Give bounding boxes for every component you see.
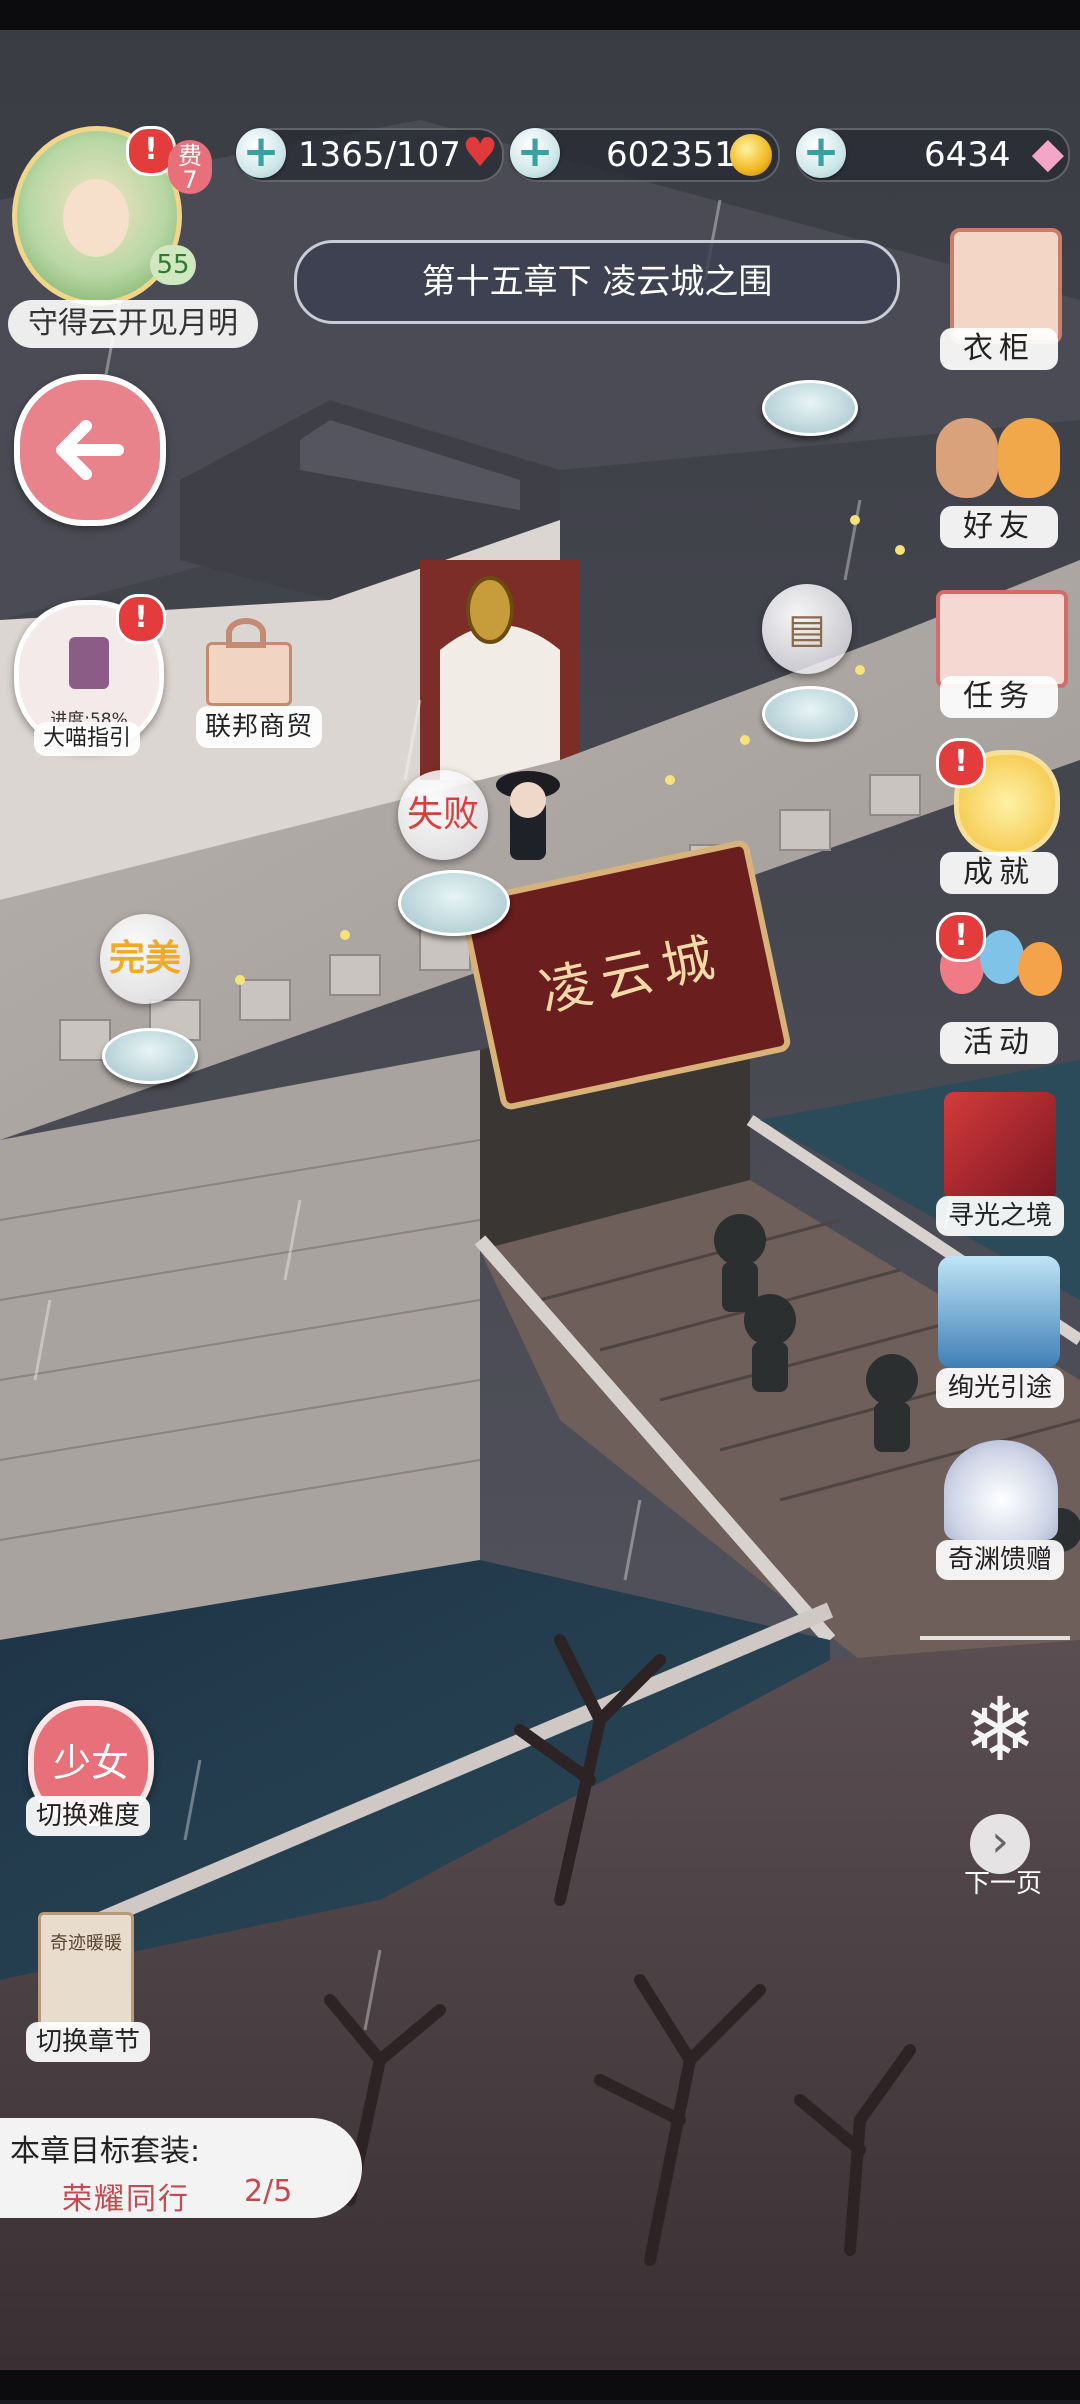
stage-node-cleared[interactable]	[102, 1028, 198, 1084]
seek-light-icon[interactable]	[944, 1092, 1056, 1200]
arrow-left-icon	[56, 420, 124, 480]
achievement-alert-icon: !	[936, 738, 986, 788]
diamond-value: 6434	[924, 135, 1011, 175]
perfect-text: 完美	[108, 938, 181, 979]
add-gold-button[interactable]: +	[510, 128, 560, 178]
add-diamond-button[interactable]: +	[796, 128, 846, 178]
chapter-title: 第十五章下 凌云城之围	[421, 262, 773, 302]
book-icon: ▤	[788, 606, 826, 652]
map-background	[0, 0, 1080, 2400]
radiant-path-label[interactable]: 绚光引途	[936, 1368, 1064, 1408]
player-level-prefix: 费	[178, 142, 202, 170]
gift-box-icon[interactable]	[196, 612, 296, 706]
guide-alert-icon: !	[116, 594, 166, 644]
friends-icon[interactable]	[932, 408, 1072, 508]
player-level-value: 7	[182, 166, 198, 194]
gold-coin-icon	[730, 134, 772, 176]
goal-suit-name: 荣耀同行	[62, 2182, 190, 2217]
status-bar-bottom	[0, 2370, 1080, 2400]
add-stamina-button[interactable]: +	[236, 128, 286, 178]
dress-icon	[69, 637, 109, 689]
abyss-shell-icon[interactable]	[944, 1440, 1058, 1540]
menu-divider	[920, 1636, 1070, 1640]
stamina-value: 1365/107	[298, 135, 461, 175]
chapter-book-title: 奇迹暖暖	[50, 1933, 122, 1954]
stage-result-fail: 失败	[398, 770, 488, 860]
radiant-path-castle-icon[interactable]	[938, 1256, 1060, 1368]
player-name[interactable]: 守得云开见月明	[8, 300, 258, 348]
chapter-title-banner: 第十五章下 凌云城之围	[294, 240, 900, 324]
gold-value: 602351	[606, 135, 736, 175]
next-page-label[interactable]: 下一页	[950, 1864, 1056, 1904]
back-button[interactable]	[14, 374, 166, 526]
tasks-label[interactable]: 任务	[940, 676, 1058, 718]
difficulty-label[interactable]: 切换难度	[26, 1796, 150, 1836]
avatar-level-badge: 55	[150, 245, 196, 285]
events-label[interactable]: 活动	[940, 1022, 1058, 1064]
stage-result-perfect: 完美	[100, 914, 190, 1004]
snowflake-icon: ❄	[963, 1678, 1037, 1781]
wardrobe-label[interactable]: 衣柜	[940, 328, 1058, 370]
diamond-icon: ◆	[1031, 128, 1064, 177]
goal-title: 本章目标套装:	[10, 2134, 201, 2169]
trade-label[interactable]: 联邦商贸	[196, 706, 322, 748]
task-book-icon[interactable]	[936, 590, 1068, 688]
friends-label[interactable]: 好友	[940, 506, 1058, 548]
stage-node-far[interactable]	[762, 380, 858, 436]
stage-node-current[interactable]	[398, 870, 510, 936]
stage-node-next[interactable]	[762, 686, 858, 742]
wardrobe-icon[interactable]	[950, 228, 1062, 344]
abyss-gift-label[interactable]: 奇渊馈赠	[936, 1540, 1064, 1580]
player-level-badge: 费 7	[168, 140, 212, 194]
fail-text: 失败	[406, 794, 479, 835]
events-alert-icon: !	[936, 912, 986, 962]
status-bar-top	[0, 0, 1080, 30]
chapter-switch-label[interactable]: 切换章节	[26, 2022, 150, 2062]
chapter-book-icon[interactable]: 奇迹暖暖	[38, 1912, 134, 2030]
goal-progress: 2/5	[244, 2174, 293, 2209]
avatar-face-icon	[63, 179, 129, 257]
game-map-scene	[0, 0, 1080, 2400]
guide-label: 大喵指引	[34, 722, 140, 756]
seek-light-label[interactable]: 寻光之境	[936, 1196, 1064, 1236]
achievements-label[interactable]: 成就	[940, 852, 1058, 894]
chapter-goal-panel[interactable]: 本章目标套装: 荣耀同行 2/5	[0, 2118, 362, 2218]
stage-locked-book: ▤	[762, 584, 852, 674]
heart-icon: ♥	[462, 130, 498, 176]
